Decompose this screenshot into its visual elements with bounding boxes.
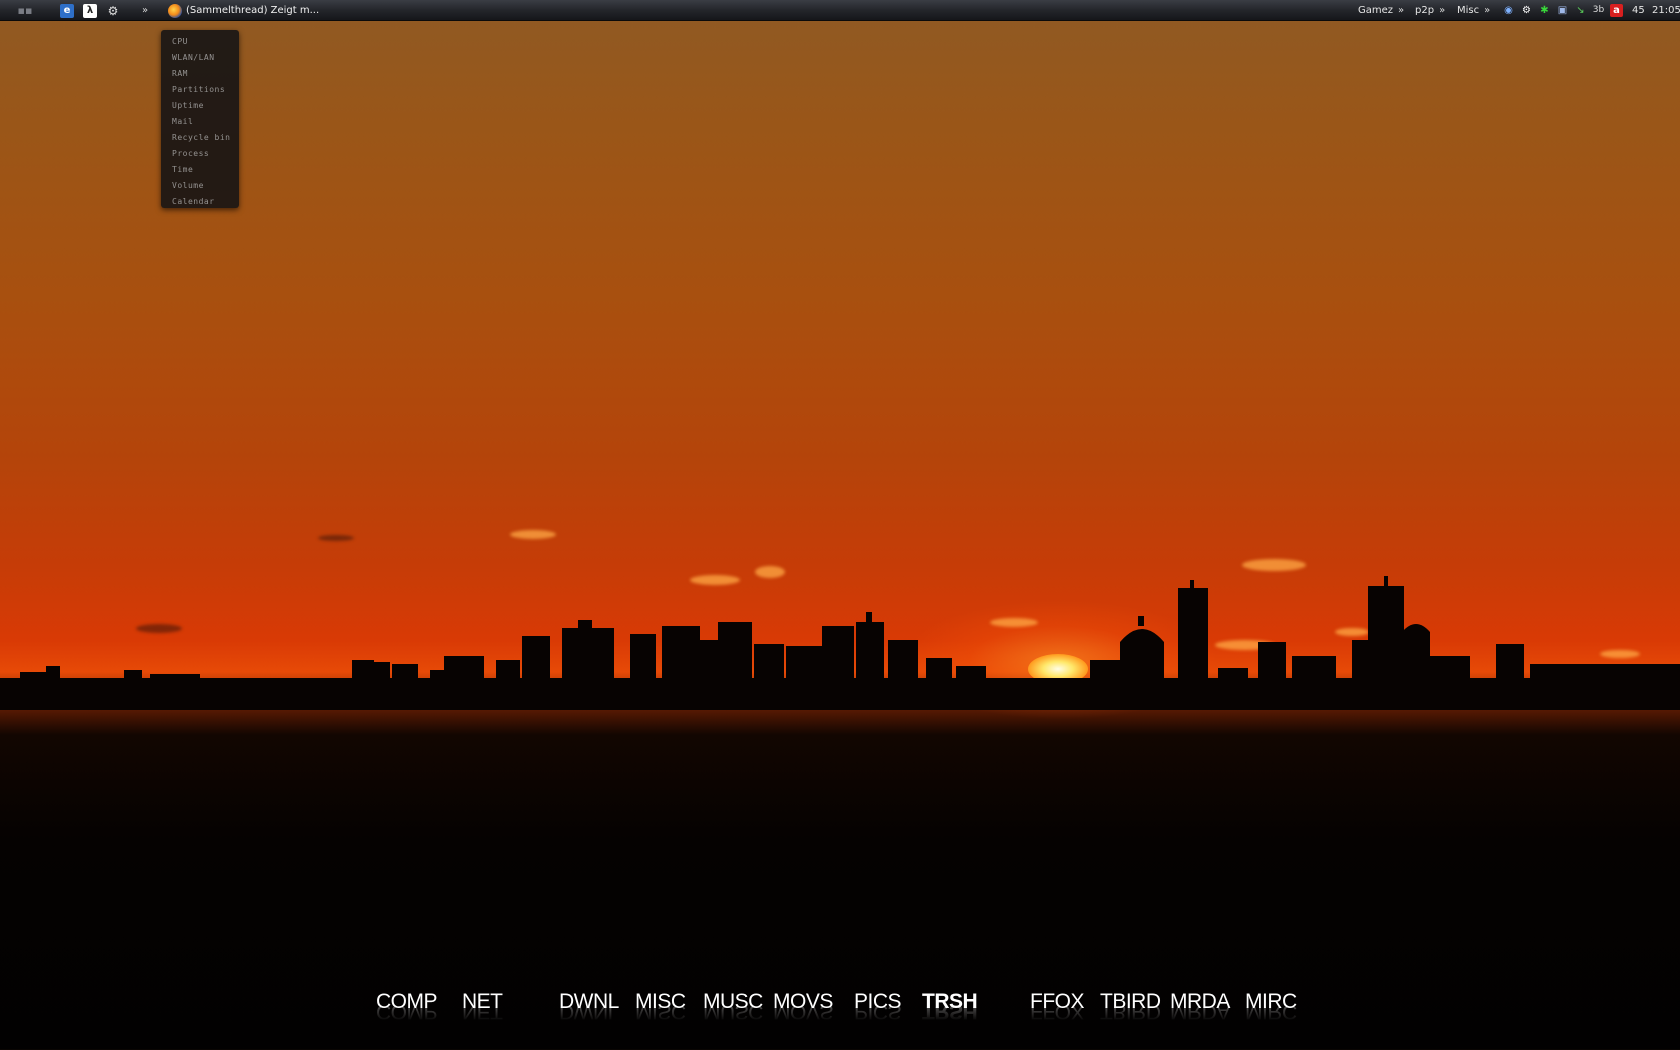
dock-item-mrda[interactable]: MRDA MRDA xyxy=(1170,990,1230,1021)
label-reflection: MUSC xyxy=(703,1007,763,1021)
task-title: (Sammelthread) Zeigt m... xyxy=(186,5,320,16)
popup-item-process[interactable]: Process xyxy=(161,146,239,162)
popup-item-uptime[interactable]: Uptime xyxy=(161,98,239,114)
city-skyline-silhouette xyxy=(0,576,1680,710)
dock-item-misc[interactable]: MISC MISC xyxy=(635,990,686,1021)
task-button-firefox[interactable]: (Sammelthread) Zeigt m... xyxy=(168,0,319,21)
label-reflection: TRSH xyxy=(922,1007,978,1021)
network-icon[interactable]: ◉ xyxy=(1502,4,1515,17)
chevron-right-icon: » xyxy=(1484,5,1490,16)
arrow-icon[interactable]: ↘ xyxy=(1574,4,1587,17)
popup-item-wlan[interactable]: WLAN/LAN xyxy=(161,50,239,66)
dock-item-comp[interactable]: COMP COMP xyxy=(376,990,438,1021)
popup-item-partitions[interactable]: Partitions xyxy=(161,82,239,98)
monitor-icon[interactable]: ▣ xyxy=(1556,4,1569,17)
dock-item-movs[interactable]: MOVS MOVS xyxy=(773,990,833,1021)
cloud xyxy=(510,530,556,539)
3b-icon[interactable]: 3b xyxy=(1592,4,1605,17)
dock-item-tbird[interactable]: TBIRD TBIRD xyxy=(1100,990,1161,1021)
dock-item-trsh[interactable]: TRSH TRSH xyxy=(922,990,978,1021)
popup-item-time[interactable]: Time xyxy=(161,162,239,178)
ie-icon[interactable]: e xyxy=(60,3,74,18)
menu-p2p[interactable]: p2p » xyxy=(1415,0,1445,21)
firefox-icon xyxy=(168,3,182,18)
chevron-right-icon: » xyxy=(1398,5,1404,16)
label-reflection: TBIRD xyxy=(1100,1007,1161,1021)
dock-item-net[interactable]: NET NET xyxy=(462,990,503,1021)
label-reflection: FFOX xyxy=(1030,1007,1084,1021)
steam-icon[interactable]: ⚙ xyxy=(106,4,120,18)
popup-item-calendar[interactable]: Calendar xyxy=(161,194,239,210)
quick-launch-overflow-button[interactable]: » xyxy=(142,0,148,21)
volume-indicator[interactable]: 45 xyxy=(1632,0,1645,21)
menu-gamez[interactable]: Gamez » xyxy=(1358,0,1404,21)
label-reflection: MOVS xyxy=(773,1007,833,1021)
dock-item-dwnl[interactable]: DWNL DWNL xyxy=(559,990,619,1021)
label-reflection: PICS xyxy=(854,1007,902,1021)
menu-misc[interactable]: Misc » xyxy=(1457,0,1490,21)
label-reflection: MISC xyxy=(635,1007,686,1021)
dock-item-mirc[interactable]: MIRC MIRC xyxy=(1245,990,1297,1021)
dock-item-ffox[interactable]: FFOX FFOX xyxy=(1030,990,1085,1021)
quick-launch: e λ ⚙ xyxy=(60,0,120,21)
dock-item-pics[interactable]: PICS PICS xyxy=(854,990,902,1021)
steam-tray-icon[interactable]: ⚙ xyxy=(1520,4,1533,17)
top-taskbar: ▪▪ e λ ⚙ » (Sammelthread) Zeigt m... Gam… xyxy=(0,0,1680,21)
grid-icon: ▪▪ xyxy=(17,4,33,17)
system-tray: ◉ ⚙ ✱ ▣ ↘ 3b a xyxy=(1502,0,1628,21)
popup-item-cpu[interactable]: CPU xyxy=(161,34,239,50)
avira-icon[interactable]: a xyxy=(1610,4,1623,17)
chevron-right-icon: » xyxy=(1439,5,1445,16)
green-gear-icon[interactable]: ✱ xyxy=(1538,4,1551,17)
label-reflection: MIRC xyxy=(1245,1007,1297,1021)
label-reflection: NET xyxy=(462,1007,503,1021)
popup-item-ram[interactable]: RAM xyxy=(161,66,239,82)
start-button[interactable]: ▪▪ xyxy=(17,0,33,21)
halflife-icon[interactable]: λ xyxy=(83,3,97,18)
cloud xyxy=(318,535,354,541)
system-info-popup-menu: CPU WLAN/LAN RAM Partitions Uptime Mail … xyxy=(161,30,239,208)
popup-item-mail[interactable]: Mail xyxy=(161,114,239,130)
label-reflection: DWNL xyxy=(559,1007,619,1021)
popup-item-recycle-bin[interactable]: Recycle bin xyxy=(161,130,239,146)
clock[interactable]: 21:05 xyxy=(1652,0,1680,21)
label-reflection: COMP xyxy=(376,1007,437,1021)
desktop-shortcut-dock: COMP COMP NET NET DWNL DWNL MISC MISC MU… xyxy=(0,990,1680,1040)
label-reflection: MRDA xyxy=(1170,1007,1230,1021)
popup-item-volume[interactable]: Volume xyxy=(161,178,239,194)
dock-item-musc[interactable]: MUSC MUSC xyxy=(703,990,763,1021)
